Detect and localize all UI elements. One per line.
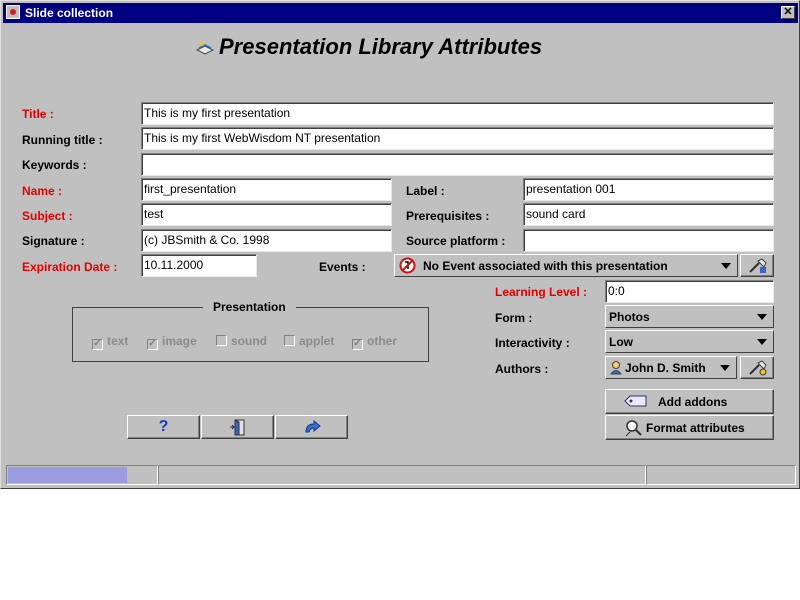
checkbox-image-label: image	[162, 334, 197, 348]
prerequisites-label: Prerequisites :	[406, 209, 490, 223]
page-title: Presentation Library Attributes	[196, 34, 542, 60]
exit-door-icon	[229, 419, 247, 436]
checkbox-applet[interactable]: applet	[284, 334, 334, 348]
status-message-pane	[158, 465, 646, 485]
signature-field[interactable]: (c) JBSmith & Co. 1998	[141, 229, 392, 252]
label-label: Label :	[406, 184, 445, 198]
presentation-group-legend: Presentation	[203, 300, 296, 314]
chevron-down-icon	[757, 339, 767, 345]
chevron-down-icon	[721, 263, 731, 269]
interactivity-value: Low	[609, 335, 633, 349]
title-bar[interactable]: Slide collection ✕	[3, 3, 798, 23]
user-icon	[609, 360, 623, 375]
checkbox-text[interactable]: ✓ text	[92, 334, 128, 350]
interactivity-dropdown[interactable]: Low	[605, 330, 774, 353]
learning-level-label: Learning Level :	[495, 285, 588, 299]
form-dropdown[interactable]: Photos	[605, 305, 774, 328]
library-icon	[196, 41, 214, 55]
help-button[interactable]: ?	[127, 415, 200, 439]
checkbox-other[interactable]: ✓ other	[352, 334, 397, 350]
expiration-date-label: Expiration Date :	[22, 260, 118, 274]
checkbox-text-label: text	[107, 334, 129, 348]
prerequisites-field[interactable]: sound card	[523, 203, 774, 226]
progress-bar	[6, 465, 158, 485]
format-attributes-label: Format attributes	[646, 421, 745, 435]
form-label: Form :	[495, 311, 533, 325]
edit-wand-icon	[748, 258, 768, 274]
learning-level-field[interactable]: 0:0	[605, 280, 774, 303]
subject-label: Subject :	[22, 209, 73, 223]
keywords-field[interactable]	[141, 153, 774, 176]
page-title-text: Presentation Library Attributes	[219, 34, 543, 59]
close-button[interactable]: ✕	[781, 6, 795, 19]
running-title-field[interactable]: This is my first WebWisdom NT presentati…	[141, 127, 774, 150]
running-title-label: Running title :	[22, 133, 103, 147]
authors-dropdown[interactable]: John D. Smith	[605, 356, 737, 379]
authors-value: John D. Smith	[625, 361, 706, 375]
exit-button[interactable]	[201, 415, 274, 439]
checkbox-other-box[interactable]: ✓	[352, 339, 363, 350]
checkbox-sound[interactable]: sound	[216, 334, 267, 348]
format-attributes-button[interactable]: Format attributes	[605, 415, 774, 440]
source-platform-label: Source platform :	[406, 234, 506, 248]
checkbox-applet-box[interactable]	[284, 335, 295, 346]
events-value: No Event associated with this presentati…	[423, 259, 668, 273]
events-label: Events :	[319, 260, 366, 274]
help-icon: ?	[158, 418, 169, 435]
interactivity-label: Interactivity :	[495, 336, 570, 350]
redo-arrow-icon	[303, 420, 321, 435]
checkbox-other-label: other	[367, 334, 397, 348]
edit-wand-icon	[748, 360, 768, 376]
label-field[interactable]: presentation 001	[523, 178, 774, 201]
chevron-down-icon	[720, 365, 730, 371]
window-title: Slide collection	[25, 6, 114, 20]
keywords-label: Keywords :	[22, 158, 87, 172]
expiration-date-field[interactable]: 10.11.2000	[141, 254, 257, 277]
chevron-down-icon	[757, 314, 767, 320]
no-event-icon	[399, 257, 416, 274]
tag-icon	[624, 395, 648, 408]
presentation-group: Presentation ✓ text ✓ image sound applet ✓…	[72, 300, 429, 362]
title-field[interactable]: This is my first presentation	[141, 102, 774, 125]
checkbox-image-box[interactable]: ✓	[147, 339, 158, 350]
format-magnifier-icon	[624, 419, 644, 437]
edit-events-button[interactable]	[740, 254, 774, 277]
subject-field[interactable]: test	[141, 203, 392, 226]
slide-collection-window: Slide collection ✕ Presentation Library …	[0, 0, 800, 489]
add-addons-label: Add addons	[658, 395, 728, 409]
events-dropdown[interactable]: No Event associated with this presentati…	[394, 254, 738, 277]
signature-label: Signature :	[22, 234, 85, 248]
title-label: Title :	[22, 107, 54, 121]
apply-button[interactable]	[275, 415, 348, 439]
add-addons-button[interactable]: Add addons	[605, 389, 774, 414]
form-value: Photos	[609, 310, 650, 324]
source-platform-field[interactable]	[523, 229, 774, 252]
edit-authors-button[interactable]	[740, 356, 774, 379]
checkbox-image[interactable]: ✓ image	[147, 334, 197, 350]
app-icon	[6, 5, 20, 19]
checkbox-sound-box[interactable]	[216, 335, 227, 346]
checkbox-applet-label: applet	[299, 334, 335, 348]
status-info-pane	[646, 465, 796, 485]
checkbox-sound-label: sound	[231, 334, 267, 348]
name-label: Name :	[22, 184, 63, 198]
progress-fill	[8, 467, 127, 483]
name-field[interactable]: first_presentation	[141, 178, 392, 201]
checkbox-text-box[interactable]: ✓	[92, 339, 103, 350]
authors-label: Authors :	[495, 362, 549, 376]
